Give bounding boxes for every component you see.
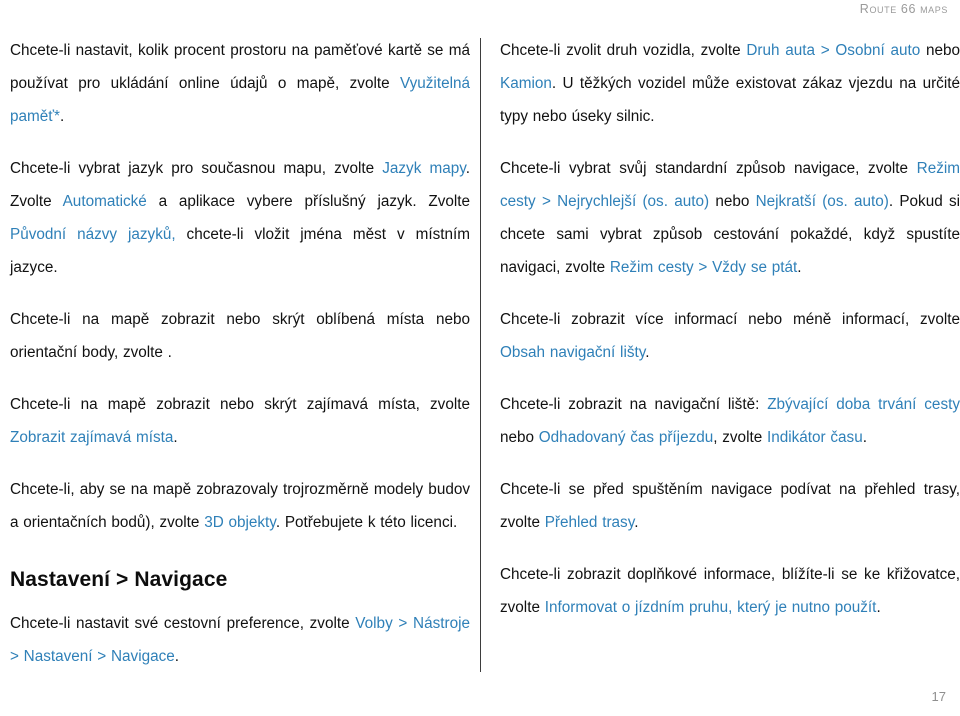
- paragraph-text: Chcete-li na mapě zobrazit nebo skrýt ob…: [10, 311, 470, 361]
- menu-path-link[interactable]: Nejkratší (os. auto): [756, 193, 889, 210]
- column-divider: [480, 38, 481, 672]
- menu-path-link[interactable]: Odhadovaný čas příjezdu: [539, 429, 713, 446]
- menu-path-link[interactable]: Přehled trasy: [545, 514, 635, 531]
- paragraph-memory-usage: Chcete-li nastavit, kolik procent prosto…: [10, 34, 470, 133]
- paragraph-favourite-places: Chcete-li na mapě zobrazit nebo skrýt ob…: [10, 303, 470, 369]
- paragraph-text: .: [797, 259, 802, 276]
- running-header-title: ROUTE 66 MAPS: [859, 2, 948, 16]
- paragraph-travel-preferences: Chcete-li nastavit své cestovní preferen…: [10, 607, 470, 673]
- menu-path-link[interactable]: Kamion: [500, 75, 552, 92]
- paragraph-text: .: [862, 429, 867, 446]
- paragraph-text: . U těžkých vozidel může existovat zákaz…: [500, 75, 960, 125]
- paragraph-text: a aplikace vybere příslušný jazyk. Zvolt…: [146, 193, 471, 210]
- paragraph-navigation-bar-content: Chcete-li zobrazit více informací nebo m…: [500, 303, 960, 369]
- paragraph-points-of-interest: Chcete-li na mapě zobrazit nebo skrýt za…: [10, 388, 470, 454]
- menu-path-link[interactable]: Automatické: [63, 193, 147, 210]
- paragraph-route-overview: Chcete-li se před spuštěním navigace pod…: [500, 473, 960, 539]
- paragraph-text: , zvolte: [713, 429, 767, 446]
- page-number: 17: [931, 689, 946, 704]
- menu-path-link[interactable]: Původní názvy jazyků,: [10, 226, 176, 243]
- paragraph-text: Chcete-li vybrat svůj standardní způsob …: [500, 160, 917, 177]
- document-page: ROUTE 66 MAPS Chcete-li nastavit, kolik …: [0, 0, 960, 716]
- right-column: Chcete-li zvolit druh vozidla, zvolte Dr…: [500, 34, 960, 624]
- paragraph-text: .: [645, 344, 650, 361]
- paragraph-map-language: Chcete-li vybrat jazyk pro současnou map…: [10, 152, 470, 284]
- left-column-paragraphs: Chcete-li nastavit, kolik procent prosto…: [10, 34, 470, 539]
- page-body-columns: Chcete-li nastavit, kolik procent prosto…: [0, 34, 960, 674]
- menu-path-link[interactable]: Informovat o jízdním pruhu, který je nut…: [545, 599, 877, 616]
- paragraph-three-d-objects: Chcete-li, aby se na mapě zobrazovaly tr…: [10, 473, 470, 539]
- paragraph-text: Chcete-li nastavit své cestovní preferen…: [10, 615, 356, 632]
- paragraph-text: nebo: [500, 429, 539, 446]
- paragraph-text: .: [173, 429, 178, 446]
- paragraph-text: nebo: [709, 193, 756, 210]
- paragraph-text: . Potřebujete k této licenci.: [275, 514, 458, 531]
- paragraph-text: Chcete-li na mapě zobrazit nebo skrýt za…: [10, 396, 470, 413]
- paragraph-text: .: [634, 514, 639, 531]
- menu-path-link[interactable]: Indikátor času: [767, 429, 863, 446]
- paragraph-text: .: [59, 108, 65, 125]
- menu-path-link[interactable]: Druh auta > Osobní auto: [746, 42, 920, 59]
- paragraph-text: .: [876, 599, 881, 616]
- paragraph-text: Chcete-li zobrazit na navigační liště:: [500, 396, 768, 413]
- paragraph-text: Chcete-li vybrat jazyk pro současnou map…: [10, 160, 383, 177]
- menu-path-link[interactable]: Zbývající doba trvání cesty: [767, 396, 960, 413]
- paragraph-text: nebo: [920, 42, 960, 59]
- left-column: Chcete-li nastavit, kolik procent prosto…: [10, 34, 470, 673]
- left-column-heading-paragraph: Chcete-li nastavit své cestovní preferen…: [10, 607, 470, 673]
- menu-path-link[interactable]: Režim cesty > Vždy se ptát: [610, 259, 797, 276]
- menu-path-link[interactable]: Jazyk mapy: [382, 160, 466, 177]
- paragraph-time-indicator: Chcete-li zobrazit na navigační liště: Z…: [500, 388, 960, 454]
- right-column-paragraphs: Chcete-li zvolit druh vozidla, zvolte Dr…: [500, 34, 960, 624]
- paragraph-vehicle-type: Chcete-li zvolit druh vozidla, zvolte Dr…: [500, 34, 960, 133]
- paragraph-route-mode: Chcete-li vybrat svůj standardní způsob …: [500, 152, 960, 284]
- menu-path-link[interactable]: Zobrazit zajímavá místa: [10, 429, 173, 446]
- paragraph-text: Chcete-li zobrazit více informací nebo m…: [500, 311, 960, 328]
- paragraph-text: .: [174, 648, 180, 665]
- menu-path-link[interactable]: 3D objekty: [204, 514, 276, 531]
- paragraph-lane-info: Chcete-li zobrazit doplňkové informace, …: [500, 558, 960, 624]
- section-heading-navigation: Nastavení > Navigace: [10, 568, 228, 591]
- menu-path-link[interactable]: Obsah navigační lišty: [500, 344, 645, 361]
- paragraph-text: Chcete-li zvolit druh vozidla, zvolte: [500, 42, 747, 59]
